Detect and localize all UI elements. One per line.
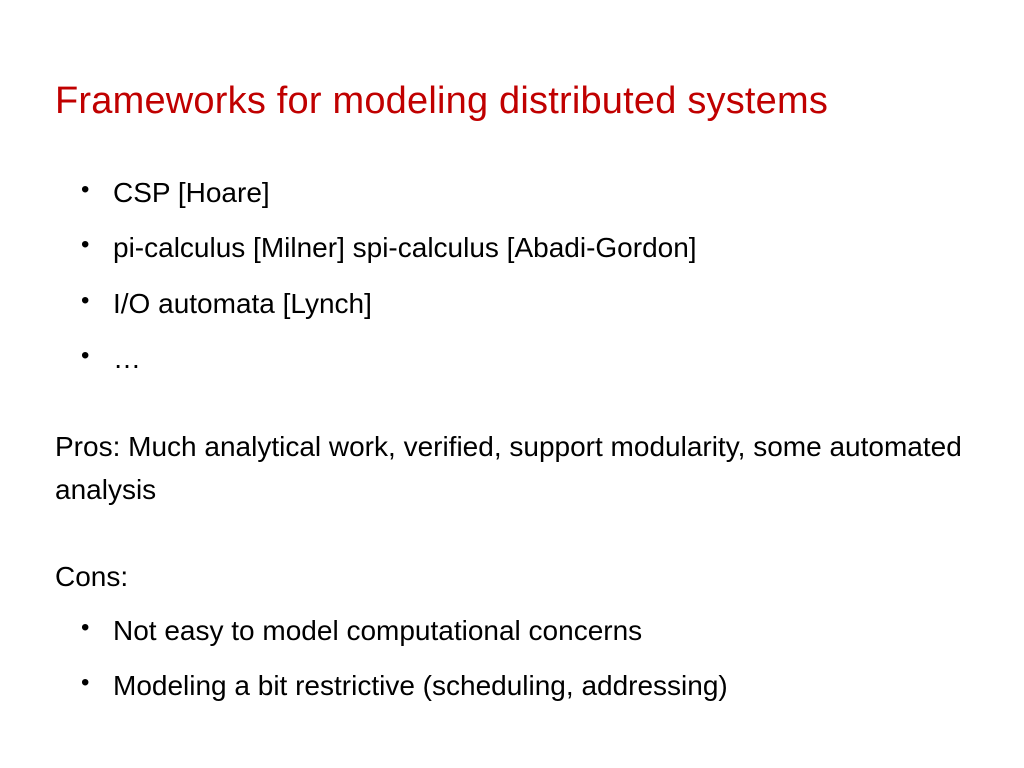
list-item: … <box>75 337 969 380</box>
pros-text: Pros: Much analytical work, verified, su… <box>55 425 969 512</box>
list-item: pi-calculus [Milner] spi-calculus [Abadi… <box>75 226 969 269</box>
cons-heading: Cons: <box>55 555 969 598</box>
list-item: I/O automata [Lynch] <box>75 282 969 325</box>
cons-list: Not easy to model computational concerns… <box>75 609 969 708</box>
frameworks-list: CSP [Hoare] pi-calculus [Milner] spi-cal… <box>75 171 969 381</box>
list-item: CSP [Hoare] <box>75 171 969 214</box>
list-item: Not easy to model computational concerns <box>75 609 969 652</box>
slide-title: Frameworks for modeling distributed syst… <box>55 80 969 123</box>
slide-content: CSP [Hoare] pi-calculus [Milner] spi-cal… <box>55 171 969 708</box>
list-item: Modeling a bit restrictive (scheduling, … <box>75 664 969 707</box>
